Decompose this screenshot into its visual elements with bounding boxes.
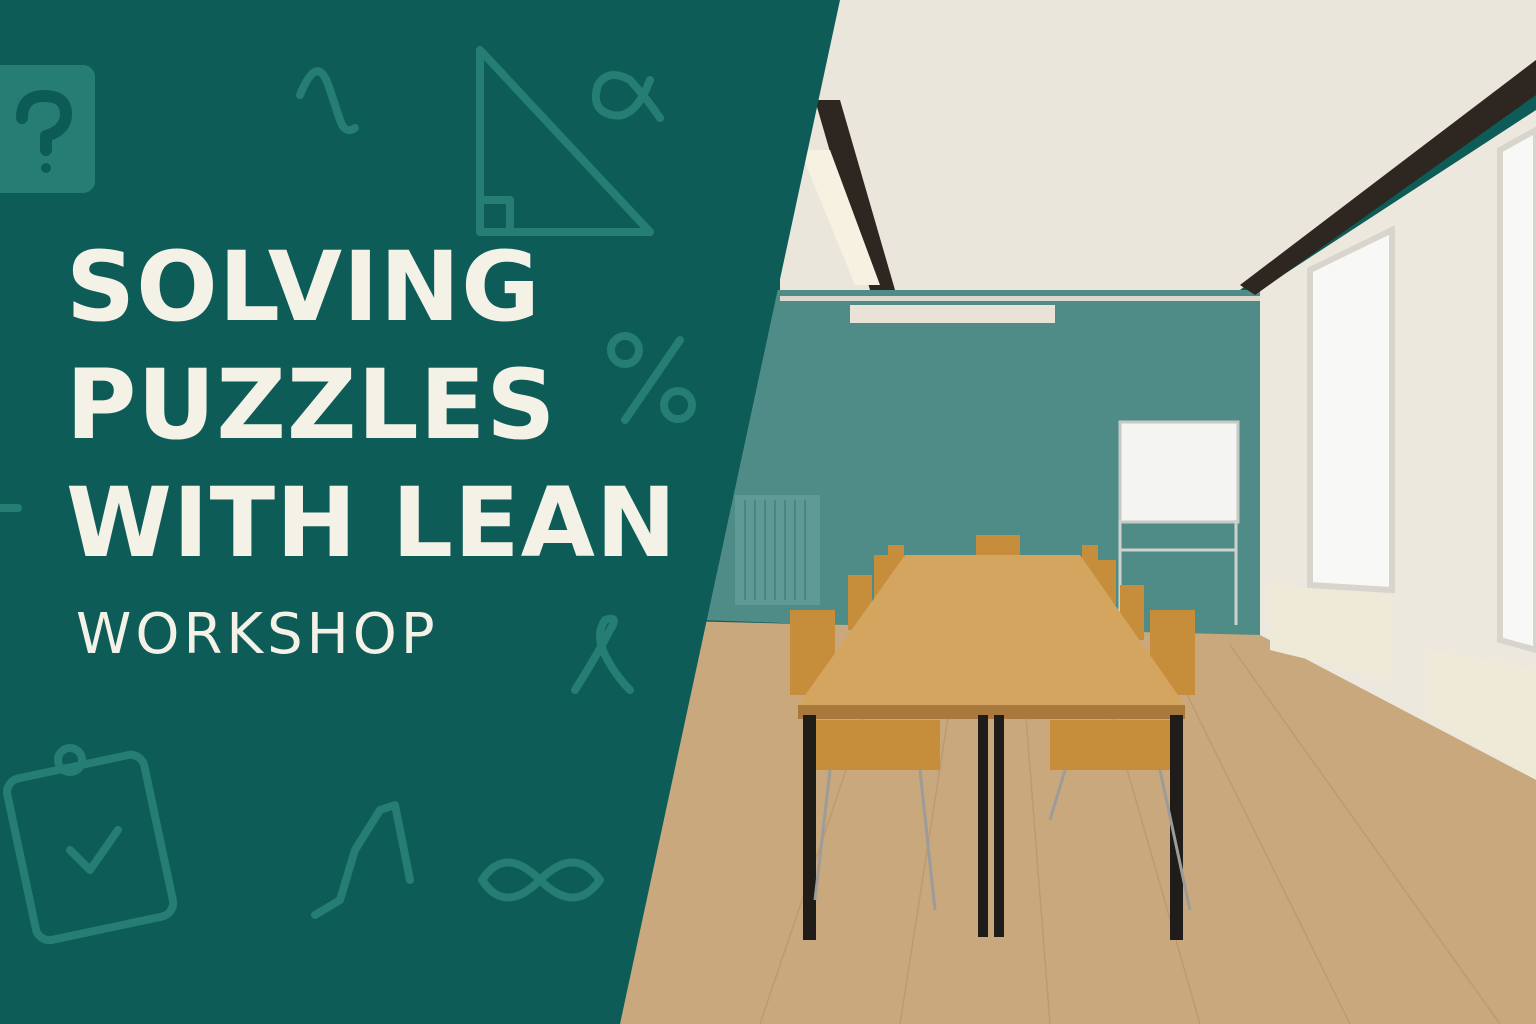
- title-line-1: SOLVING: [66, 231, 541, 343]
- question-block-icon: [0, 65, 95, 193]
- subtitle: WORKSHOP: [76, 602, 439, 667]
- title-block: SOLVING PUZZLES WITH LEAN WORKSHOP: [66, 228, 677, 667]
- title-line-3: WITH LEAN: [66, 467, 678, 579]
- workshop-banner: SOLVING PUZZLES WITH LEAN WORKSHOP: [0, 0, 1536, 1024]
- title-line-2: PUZZLES: [66, 349, 557, 461]
